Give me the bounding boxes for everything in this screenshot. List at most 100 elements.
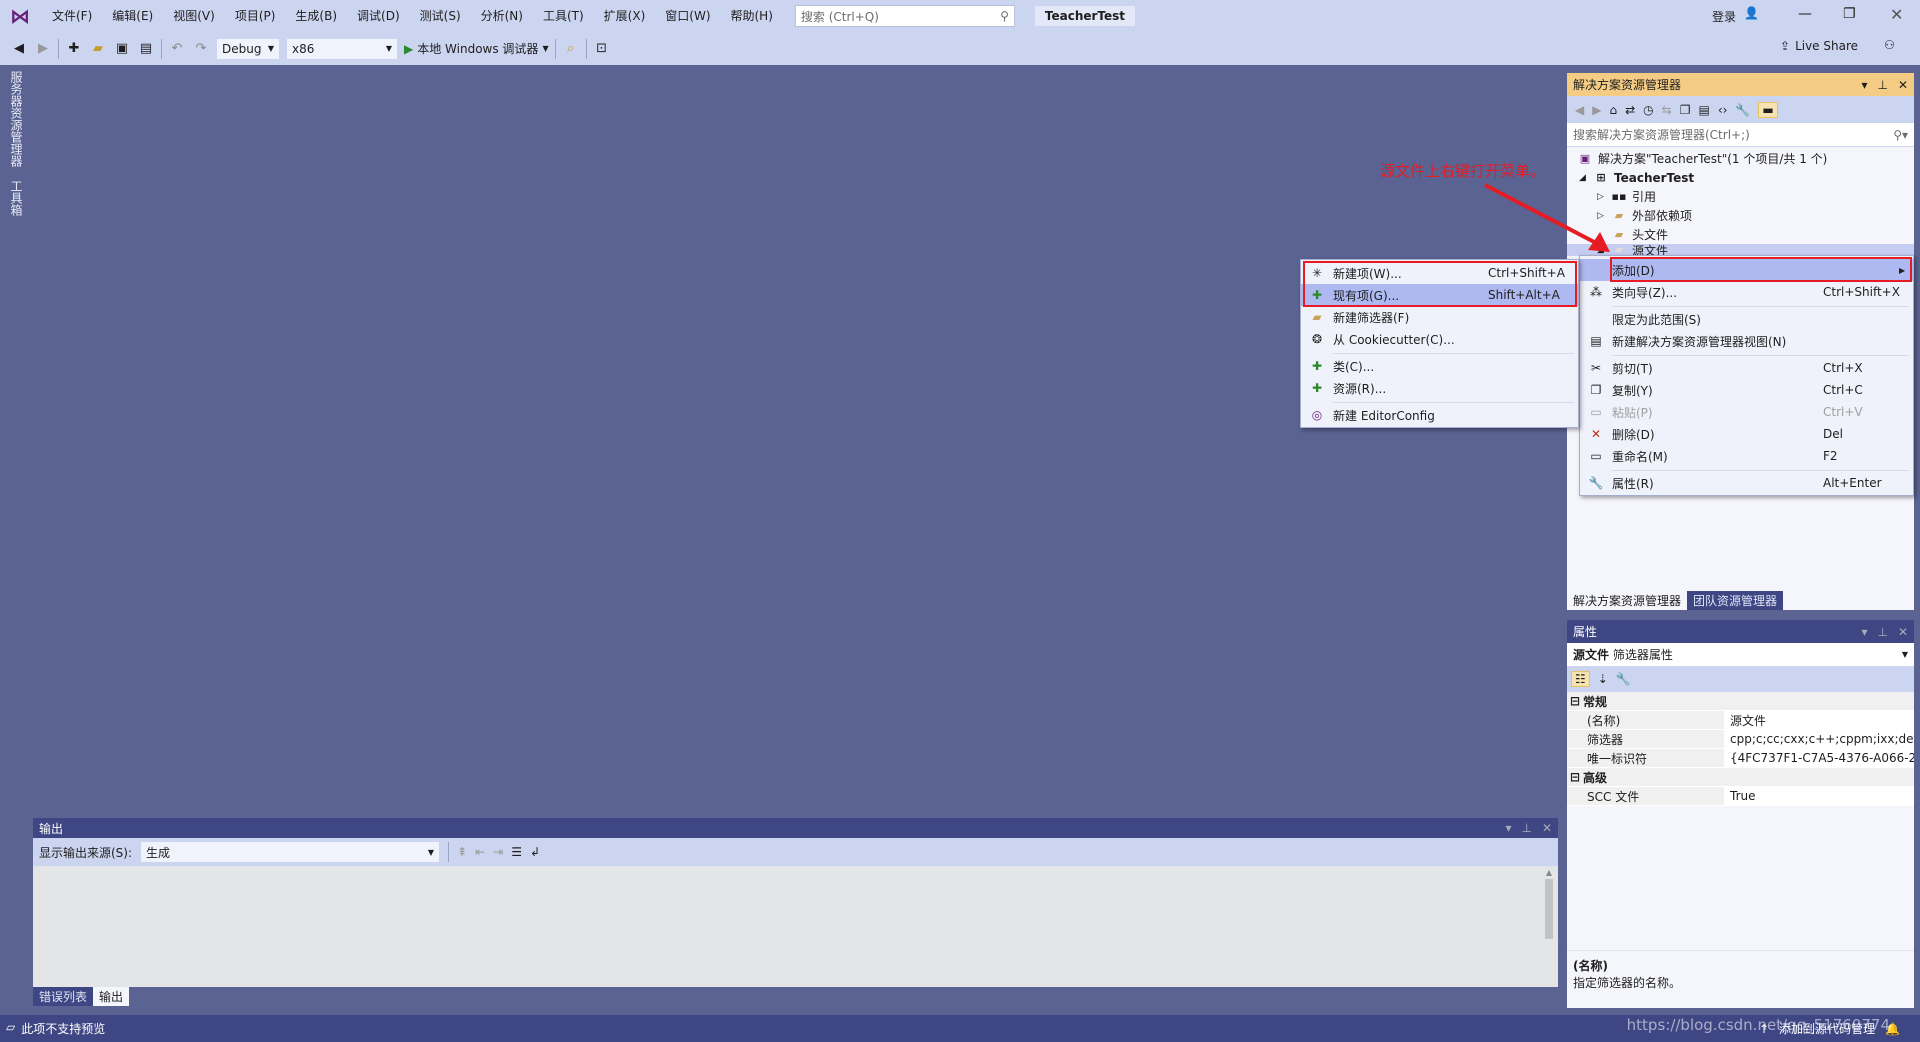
feedback-icon[interactable]: ⚇: [1884, 38, 1895, 52]
undo-icon[interactable]: ↶: [168, 40, 186, 58]
menu-project[interactable]: 项目(P): [225, 0, 286, 32]
new-project-icon[interactable]: ✚: [65, 40, 83, 58]
collapse-icon[interactable]: ⊟: [1567, 770, 1583, 784]
menu-edit[interactable]: 编辑(E): [102, 0, 163, 32]
separator: [1333, 402, 1574, 403]
goto-message-icon[interactable]: ⇞: [457, 845, 467, 859]
switch-views-icon[interactable]: ⇄: [1625, 103, 1635, 117]
live-share-button[interactable]: ⇪ Live Share: [1780, 39, 1858, 53]
menu-item-cut[interactable]: ✂ 剪切(T) Ctrl+X: [1580, 357, 1913, 379]
login-link[interactable]: 登录: [1712, 8, 1736, 25]
property-value[interactable]: True: [1724, 787, 1914, 805]
code-icon[interactable]: ‹›: [1718, 103, 1728, 117]
property-value[interactable]: 源文件: [1724, 711, 1914, 729]
tab-error-list[interactable]: 错误列表: [33, 987, 94, 1006]
tree-item-solution[interactable]: ▣ 解决方案"TeacherTest"(1 个项目/共 1 个): [1567, 149, 1914, 168]
menu-tools[interactable]: 工具(T): [533, 0, 594, 32]
clear-all-icon[interactable]: ☰: [511, 845, 522, 859]
menu-item-scope[interactable]: 限定为此范围(S): [1580, 308, 1913, 330]
categorized-icon[interactable]: ☷: [1571, 671, 1590, 687]
menu-item-editorconfig[interactable]: ◎ 新建 EditorConfig: [1301, 404, 1578, 426]
property-row[interactable]: 唯一标识符 {4FC737F1-C7A5-4376-A066-2: [1567, 749, 1914, 768]
next-message-icon[interactable]: ⇥: [493, 845, 503, 859]
pin-icon[interactable]: ⊥: [1521, 821, 1531, 835]
menu-item-paste[interactable]: ▭ 粘贴(P) Ctrl+V: [1580, 401, 1913, 423]
configuration-dropdown[interactable]: Debug ▼: [216, 37, 280, 60]
search-input[interactable]: 搜索 (Ctrl+Q) ⚲: [794, 5, 1015, 27]
menu-analyze[interactable]: 分析(N): [471, 0, 533, 32]
solution-search-input[interactable]: 搜索解决方案资源管理器(Ctrl+;) ⚲▾: [1567, 123, 1914, 147]
preview-icon[interactable]: ▬: [1758, 101, 1778, 118]
pin-icon[interactable]: ⊥: [1877, 78, 1887, 92]
menu-label: 新建筛选器(F): [1333, 310, 1410, 325]
collapse-icon[interactable]: ⊟: [1567, 694, 1583, 708]
home-icon[interactable]: ⌂: [1609, 103, 1617, 117]
menu-item-class[interactable]: ✚ 类(C)...: [1301, 355, 1578, 377]
menu-item-cookiecutter[interactable]: ❂ 从 Cookiecutter(C)...: [1301, 328, 1578, 350]
tab-output[interactable]: 输出: [93, 987, 130, 1006]
server-explorer-tab[interactable]: 服务器资源管理器: [8, 71, 25, 167]
back-icon[interactable]: ◀: [10, 40, 28, 58]
dropdown-icon[interactable]: ▾: [1861, 625, 1867, 639]
property-value[interactable]: cpp;c;cc;cxx;c++;cppm;ixx;def;: [1724, 730, 1914, 748]
menu-item-new-filter[interactable]: ▰ 新建筛选器(F): [1301, 306, 1578, 328]
collapse-all-icon[interactable]: ❐: [1680, 103, 1691, 117]
alphabetical-icon[interactable]: ⇣: [1598, 672, 1608, 686]
menu-debug[interactable]: 调试(D): [347, 0, 410, 32]
tab-solution-explorer[interactable]: 解决方案资源管理器: [1567, 591, 1688, 610]
property-row[interactable]: (名称) 源文件: [1567, 711, 1914, 730]
menu-help[interactable]: 帮助(H): [721, 0, 783, 32]
platform-dropdown[interactable]: x86 ▼: [286, 37, 398, 60]
menu-window[interactable]: 窗口(W): [655, 0, 720, 32]
dropdown-icon[interactable]: ▾: [1861, 78, 1867, 92]
menu-item-rename[interactable]: ▭ 重命名(M) F2: [1580, 445, 1913, 467]
object-selector[interactable]: 源文件 筛选器属性 ▼: [1567, 643, 1914, 666]
menu-extensions[interactable]: 扩展(X): [594, 0, 656, 32]
menu-build[interactable]: 生成(B): [285, 0, 347, 32]
show-all-files-icon[interactable]: ▤: [1698, 103, 1709, 117]
pending-changes-icon[interactable]: ◷: [1643, 103, 1653, 117]
vertical-scrollbar[interactable]: ▲: [1542, 868, 1556, 983]
category-general[interactable]: ⊟ 常规: [1567, 692, 1914, 711]
close-icon[interactable]: ✕: [1898, 625, 1908, 639]
save-all-icon[interactable]: ▤: [137, 40, 155, 58]
screenshot-icon[interactable]: ⊡: [593, 40, 611, 58]
menu-item-properties[interactable]: 🔧 属性(R) Alt+Enter: [1580, 472, 1913, 494]
save-icon[interactable]: ▣: [113, 40, 131, 58]
output-source-dropdown[interactable]: 生成 ▼: [140, 841, 441, 863]
category-advanced[interactable]: ⊟ 高级: [1567, 768, 1914, 787]
menu-item-delete[interactable]: ✕ 删除(D) Del: [1580, 423, 1913, 445]
find-icon[interactable]: ⌕: [562, 40, 580, 58]
restore-button[interactable]: ❐: [1843, 6, 1856, 22]
account-icon[interactable]: 👤: [1744, 6, 1759, 20]
property-row[interactable]: SCC 文件 True: [1567, 787, 1914, 806]
start-debugging-button[interactable]: ▶ 本地 Windows 调试器 ▼: [404, 40, 549, 57]
properties-icon[interactable]: 🔧: [1735, 103, 1750, 117]
menu-view[interactable]: 视图(V): [163, 0, 225, 32]
sync-icon[interactable]: ⇆: [1662, 103, 1672, 117]
menu-test[interactable]: 测试(S): [410, 0, 471, 32]
property-pages-icon[interactable]: 🔧: [1616, 672, 1631, 686]
forward-icon[interactable]: ▶: [34, 40, 52, 58]
pin-icon[interactable]: ⊥: [1877, 625, 1887, 639]
menu-item-copy[interactable]: ❐ 复制(Y) Ctrl+C: [1580, 379, 1913, 401]
property-value[interactable]: {4FC737F1-C7A5-4376-A066-2: [1724, 749, 1914, 767]
menu-item-class-wizard[interactable]: ⁂ 类向导(Z)... Ctrl+Shift+X: [1580, 281, 1913, 303]
close-icon[interactable]: ✕: [1898, 78, 1908, 92]
toolbox-tab[interactable]: 工具箱: [8, 180, 25, 216]
close-icon[interactable]: ✕: [1542, 821, 1552, 835]
close-button[interactable]: ✕: [1890, 5, 1903, 24]
dropdown-icon[interactable]: ▾: [1505, 821, 1511, 835]
open-file-icon[interactable]: ▰: [89, 40, 107, 58]
menu-item-resource[interactable]: ✚ 资源(R)...: [1301, 377, 1578, 399]
forward-icon[interactable]: ▶: [1592, 103, 1601, 117]
property-row[interactable]: 筛选器 cpp;c;cc;cxx;c++;cppm;ixx;def;: [1567, 730, 1914, 749]
tab-team-explorer[interactable]: 团队资源管理器: [1687, 591, 1784, 610]
redo-icon[interactable]: ↷: [192, 40, 210, 58]
menu-file[interactable]: 文件(F): [42, 0, 102, 32]
word-wrap-icon[interactable]: ↲: [530, 845, 540, 859]
previous-message-icon[interactable]: ⇤: [475, 845, 485, 859]
menu-item-new-view[interactable]: ▤ 新建解决方案资源管理器视图(N): [1580, 330, 1913, 352]
back-icon[interactable]: ◀: [1575, 103, 1584, 117]
minimize-button[interactable]: —: [1798, 6, 1812, 22]
